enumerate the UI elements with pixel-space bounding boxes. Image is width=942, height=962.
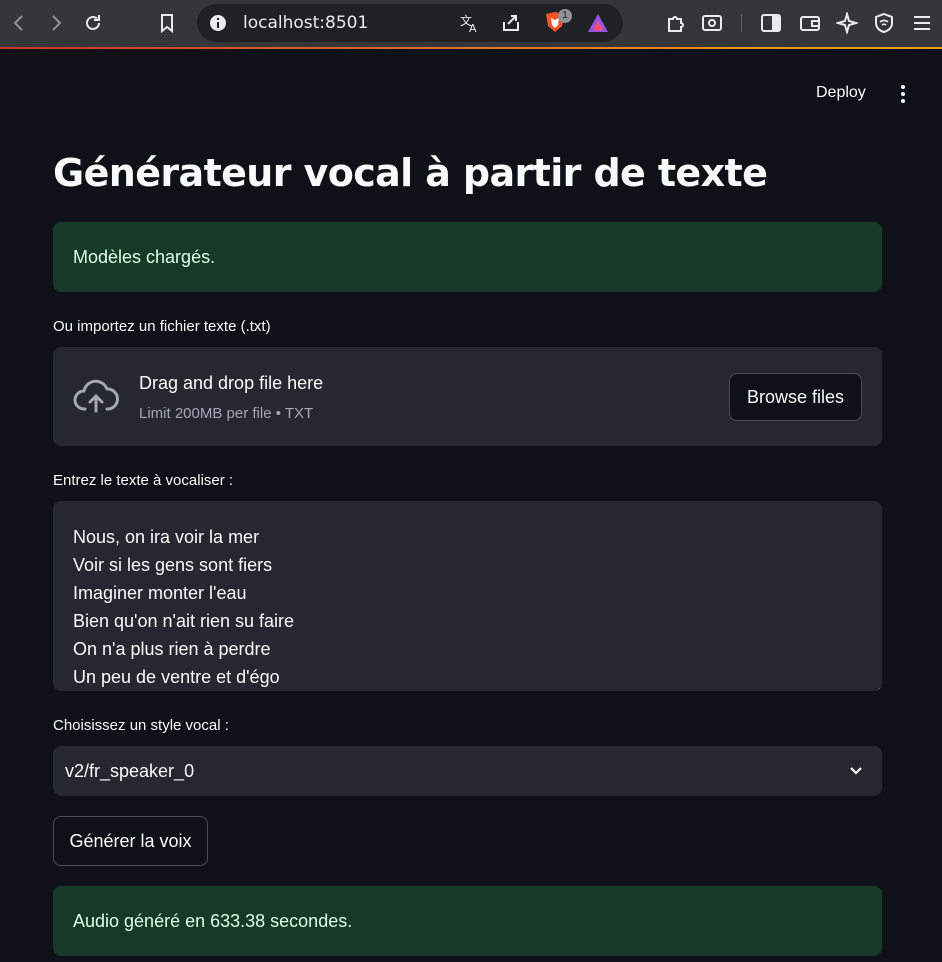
translate-icon[interactable]: 文A [459,12,481,39]
voice-style-label: Choisissez un style vocal : [53,717,229,734]
browse-files-button[interactable]: Browse files [729,373,862,421]
text-line: Nous, on ira voir la mer [73,527,260,547]
models-loaded-text: Modèles chargés. [73,247,216,267]
generate-voice-button[interactable]: Générer la voix [53,816,208,866]
cloud-upload-icon [73,377,119,420]
forward-icon[interactable] [43,10,69,36]
wallet-icon[interactable] [797,10,823,36]
dropzone-limit: Limit 200MB per file • TXT [139,405,314,422]
text-line: On n'a plus rien à perdre [73,639,271,659]
main-menu-icon[interactable] [893,82,913,106]
toolbar-separator [741,14,742,32]
chevron-down-icon [848,764,864,782]
text-input-label: Entrez le texte à vocaliser : [53,472,234,489]
page-load-accent [0,47,942,49]
extensions-icon[interactable] [662,10,688,36]
shields-badge: 1 [558,9,572,23]
voice-style-select[interactable]: v2/fr_speaker_0 [53,746,882,796]
address-bar[interactable]: localhost:8501 文A 1 [197,4,623,42]
url-text[interactable]: localhost:8501 [243,13,368,33]
text-line: Imaginer monter l'eau [73,583,247,603]
leo-ai-icon[interactable] [834,10,860,36]
page-title: Générateur vocal à partir de texte [53,151,768,195]
svg-text:A: A [469,22,477,34]
upload-label: Ou importez un fichier texte (.txt) [53,318,271,335]
back-icon[interactable] [6,10,32,36]
brave-rewards-icon[interactable] [587,12,609,39]
models-loaded-alert: Modèles chargés. [53,222,882,292]
reader-icon[interactable] [699,10,725,36]
browser-toolbar: localhost:8501 文A 1 [0,0,942,48]
resize-handle-icon[interactable] [873,682,881,691]
audio-generated-text: Audio généré en 633.38 secondes. [73,911,353,931]
text-line: Bien qu'on n'ait rien su faire [73,611,295,631]
deploy-button[interactable]: Deploy [816,84,866,102]
bookmark-icon[interactable] [154,10,180,36]
text-line: Un peu de ventre et d'égo [73,667,280,687]
menu-icon[interactable] [909,10,935,36]
reload-icon[interactable] [80,10,106,36]
text-input-area[interactable]: Nous, on ira voir la mer Voir si les gen… [53,501,882,691]
voice-style-value: v2/fr_speaker_0 [65,761,195,781]
sidebar-icon[interactable] [758,10,784,36]
site-info-icon[interactable] [209,14,227,37]
share-icon[interactable] [500,12,522,39]
file-uploader-dropzone[interactable]: Drag and drop file here Limit 200MB per … [53,347,882,446]
text-line: Voir si les gens sont fiers [73,555,273,575]
audio-generated-alert: Audio généré en 633.38 secondes. [53,886,882,956]
vpn-icon[interactable] [871,10,897,36]
dropzone-title: Drag and drop file here [139,373,324,393]
